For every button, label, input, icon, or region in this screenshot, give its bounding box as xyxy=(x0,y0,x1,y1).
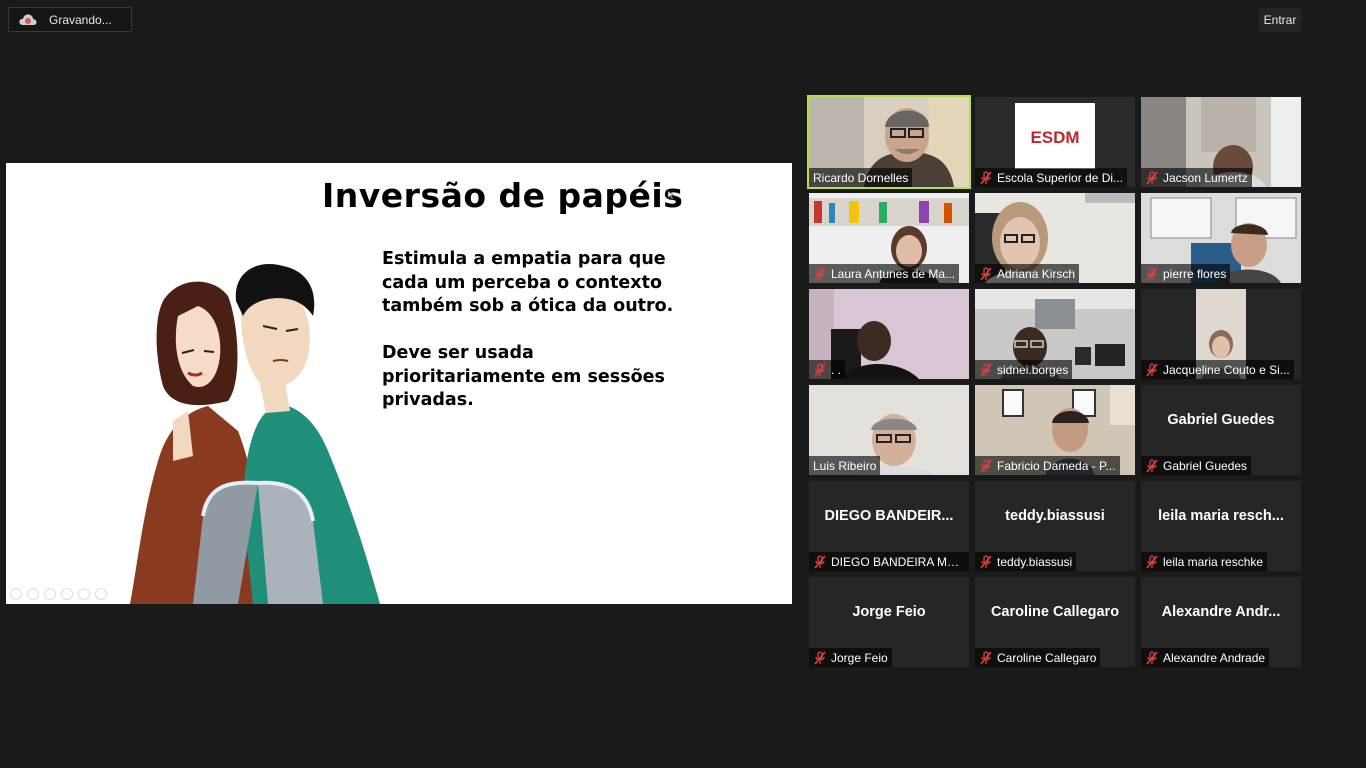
participant-display-name: DIEGO BANDEIR... xyxy=(824,508,954,524)
shared-screen-slide: Inversão de papéis Estimula a empatia pa… xyxy=(6,163,792,604)
participant-tile[interactable]: Jorge Feio Jorge Feio xyxy=(809,577,969,667)
participant-name-label: Jacson Lumertz xyxy=(1141,168,1252,187)
slide-paragraph-1: Estimula a empatia para que cada um perc… xyxy=(382,249,674,316)
muted-mic-icon xyxy=(1146,266,1158,281)
participant-name: Jacson Lumertz xyxy=(1163,170,1248,185)
muted-mic-icon xyxy=(980,170,992,185)
participant-name: Escola Superior de Di... xyxy=(997,170,1124,185)
participant-tile[interactable]: DIEGO BANDEIR... DIEGO BANDEIRA MA... xyxy=(809,481,969,571)
participant-name: pierre flores xyxy=(1163,266,1227,281)
muted-mic-icon xyxy=(814,650,826,665)
svg-text:ESDM: ESDM xyxy=(1030,128,1079,147)
muted-mic-icon xyxy=(1146,170,1158,185)
cloud-record-icon xyxy=(19,11,37,29)
more-options-icon[interactable] xyxy=(95,588,107,600)
participant-tile[interactable]: Luis Ribeiro xyxy=(809,385,969,475)
participant-tile[interactable]: Laura Antunes de Ma... xyxy=(809,193,969,283)
recording-label: Gravando... xyxy=(49,12,112,27)
participant-gallery: Ricardo Dornelles ESDM Escola Superior de … xyxy=(807,95,1304,670)
participant-name-label: Gabriel Guedes xyxy=(1141,456,1252,475)
participant-name: teddy.biassusi xyxy=(997,554,1073,569)
participant-name-label: . . xyxy=(809,360,846,379)
participant-name-label: leila maria reschke xyxy=(1141,552,1268,571)
participant-name: Gabriel Guedes xyxy=(1163,458,1248,473)
participant-tile[interactable]: . . xyxy=(809,289,969,379)
muted-mic-icon xyxy=(980,458,992,473)
pen-icon[interactable] xyxy=(44,588,56,600)
participant-tile[interactable]: Ricardo Dornelles xyxy=(807,95,971,189)
muted-mic-icon xyxy=(1146,362,1158,377)
participant-display-name: Jorge Feio xyxy=(852,604,926,620)
muted-mic-icon xyxy=(980,266,992,281)
participant-name-label: Jacqueline Couto e Si... xyxy=(1141,360,1294,379)
participant-tile[interactable]: Caroline Callegaro Caroline Callegaro xyxy=(975,577,1135,667)
participant-name-label: sidnei.borges xyxy=(975,360,1073,379)
slides-icon[interactable] xyxy=(61,588,73,600)
slide-controls[interactable] xyxy=(10,588,107,600)
participant-display-name: teddy.biassusi xyxy=(1005,508,1105,524)
participant-name: DIEGO BANDEIRA MA... xyxy=(831,554,965,569)
couple-illustration-icon xyxy=(130,264,380,604)
zoom-icon[interactable] xyxy=(78,588,90,600)
participant-name-label: DIEGO BANDEIRA MA... xyxy=(809,552,969,571)
participant-tile[interactable]: Jacson Lumertz xyxy=(1141,97,1301,187)
slide-paragraph-2: Deve ser usada prioritariamente em sessõ… xyxy=(382,343,665,410)
participant-display-name: Caroline Callegaro xyxy=(990,604,1120,620)
participant-display-name: leila maria resch... xyxy=(1158,508,1284,524)
muted-mic-icon xyxy=(980,650,992,665)
muted-mic-icon xyxy=(814,554,826,569)
participant-name: Adriana Kirsch xyxy=(997,266,1076,281)
participant-name-label: Escola Superior de Di... xyxy=(975,168,1128,187)
prev-slide-icon[interactable] xyxy=(10,588,22,600)
participant-tile[interactable]: sidnei.borges xyxy=(975,289,1135,379)
participant-tile[interactable]: teddy.biassusi teddy.biassusi xyxy=(975,481,1135,571)
muted-mic-icon xyxy=(1146,554,1158,569)
participant-name-label: Adriana Kirsch xyxy=(975,264,1080,283)
participant-name-label: teddy.biassusi xyxy=(975,552,1077,571)
participant-name-label: Ricardo Dornelles xyxy=(809,168,913,187)
participant-tile[interactable]: Gabriel Guedes Gabriel Guedes xyxy=(1141,385,1301,475)
participant-tile[interactable]: pierre flores xyxy=(1141,193,1301,283)
participant-tile[interactable]: Fabricio Dameda - P... xyxy=(975,385,1135,475)
enter-button[interactable]: Entrar xyxy=(1258,8,1302,32)
participant-name-label: Caroline Callegaro xyxy=(975,648,1101,667)
participant-tile[interactable]: Jacqueline Couto e Si... xyxy=(1141,289,1301,379)
participant-name-label: Luis Ribeiro xyxy=(809,456,881,475)
slide-title: Inversão de papéis xyxy=(322,176,684,215)
muted-mic-icon xyxy=(1146,650,1158,665)
participant-name: sidnei.borges xyxy=(997,362,1069,377)
participant-name-label: Laura Antunes de Ma... xyxy=(809,264,960,283)
muted-mic-icon xyxy=(814,266,826,281)
participant-name-label: pierre flores xyxy=(1141,264,1231,283)
participant-tile[interactable]: Alexandre Andr... Alexandre Andrade xyxy=(1141,577,1301,667)
participant-name-label: Alexandre Andrade xyxy=(1141,648,1270,667)
participant-name: Fabricio Dameda - P... xyxy=(997,458,1116,473)
participant-tile[interactable]: leila maria resch... leila maria reschke xyxy=(1141,481,1301,571)
participant-name-label: Fabricio Dameda - P... xyxy=(975,456,1120,475)
next-slide-icon[interactable] xyxy=(27,588,39,600)
participant-name: leila maria reschke xyxy=(1163,554,1264,569)
muted-mic-icon xyxy=(1146,458,1158,473)
participant-name-label: Jorge Feio xyxy=(809,648,892,667)
participant-name: Alexandre Andrade xyxy=(1163,650,1266,665)
mouse-cursor-icon xyxy=(667,190,675,200)
participant-name: Jorge Feio xyxy=(831,650,888,665)
participant-tile[interactable]: Adriana Kirsch xyxy=(975,193,1135,283)
muted-mic-icon xyxy=(814,362,826,377)
participant-display-name: Gabriel Guedes xyxy=(1167,412,1275,428)
participant-name: Laura Antunes de Ma... xyxy=(831,266,956,281)
muted-mic-icon xyxy=(980,362,992,377)
participant-name: . . xyxy=(831,362,842,377)
participant-tile[interactable]: ESDM Escola Superior de Di... xyxy=(975,97,1135,187)
participant-name: Ricardo Dornelles xyxy=(813,170,909,185)
muted-mic-icon xyxy=(980,554,992,569)
recording-indicator[interactable]: Gravando... xyxy=(8,7,132,32)
participant-name: Jacqueline Couto e Si... xyxy=(1163,362,1290,377)
participant-display-name: Alexandre Andr... xyxy=(1161,604,1281,620)
participant-name: Caroline Callegaro xyxy=(997,650,1097,665)
participant-name: Luis Ribeiro xyxy=(813,458,877,473)
slide-body: Estimula a empatia para que cada um perc… xyxy=(382,248,682,436)
